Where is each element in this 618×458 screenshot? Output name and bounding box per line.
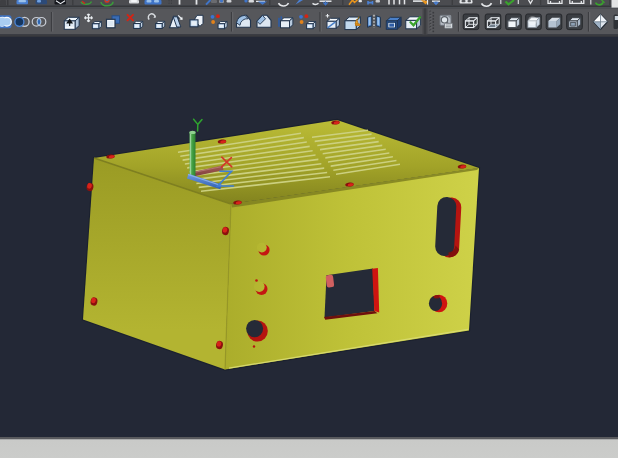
statusbar-strip (0, 437, 618, 458)
viewport-canvas[interactable] (0, 37, 618, 437)
toolbar-button-conceptual[interactable] (546, 14, 562, 30)
application-window: {"app":{"name":"CAD 3D modeling workspac… (0, 0, 618, 458)
toolbar-button-2d-wireframe[interactable] (463, 14, 479, 30)
toolbar-button-shaded[interactable] (567, 14, 583, 30)
toolbar-button-shell[interactable] (386, 17, 401, 29)
toolbar-button-extrude-faces[interactable] (64, 17, 79, 29)
toolbar-button-3d-wireframe[interactable] (485, 14, 501, 30)
toolbar-row-divider (0, 6, 618, 9)
model-enclosure-body[interactable] (83, 120, 479, 370)
toolbar-row-top (0, 0, 618, 6)
toolbar-button-partial-right[interactable] (614, 15, 618, 30)
toolbar-button-realistic[interactable] (526, 14, 542, 30)
toolbar-button-3d-hidden[interactable] (506, 14, 522, 30)
toolbar-button-union[interactable] (0, 15, 12, 28)
toolbar-dock (0, 0, 618, 37)
toolbar-button-copy-edges[interactable] (279, 16, 293, 28)
toolbar-button-check[interactable] (406, 17, 421, 29)
toolbar-button-clean[interactable] (345, 17, 361, 30)
